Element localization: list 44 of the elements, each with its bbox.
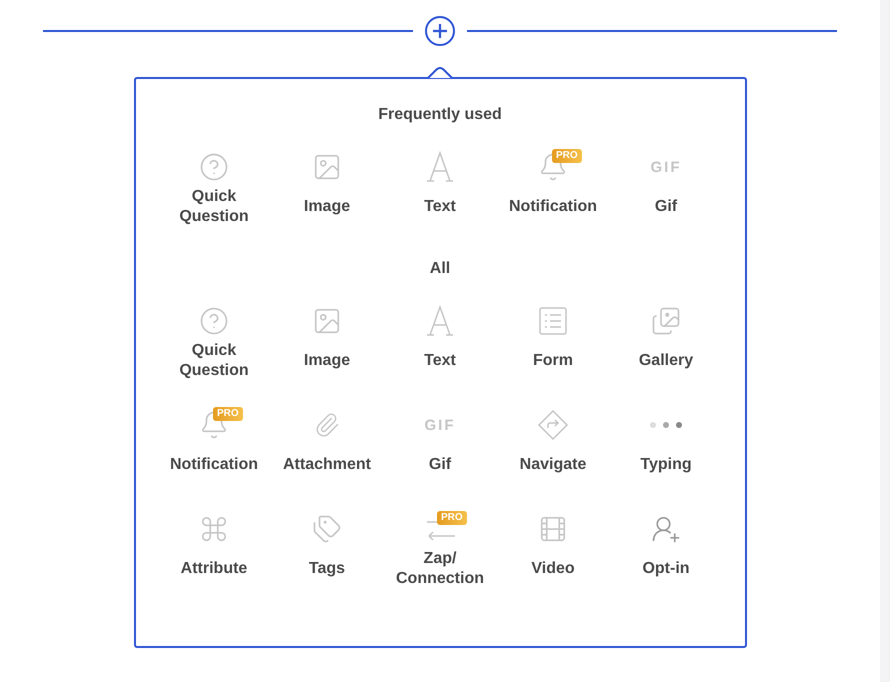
gif-icon: GIF [424, 418, 456, 432]
pro-badge: PRO [213, 407, 243, 421]
image-icon [312, 152, 342, 182]
block-type-option[interactable]: Tags [270, 509, 384, 589]
letter-a-icon [425, 305, 455, 337]
command-icon [199, 514, 229, 544]
gif-icon: GIF [650, 160, 682, 174]
question-icon [199, 306, 229, 336]
block-type-option[interactable]: Attribute [158, 509, 270, 589]
paperclip-icon [314, 412, 340, 438]
block-type-option[interactable]: Video [496, 509, 610, 589]
block-type-option[interactable]: PRO Zap/ Connection [384, 509, 496, 589]
plus-icon [432, 23, 448, 39]
block-type-option[interactable]: Quick Question [158, 301, 270, 381]
tags-icon [312, 514, 342, 544]
section-title: Frequently used [378, 105, 502, 125]
film-icon [538, 514, 568, 544]
block-type-option[interactable]: Attachment [270, 405, 384, 485]
block-type-option[interactable]: Navigate [496, 405, 610, 485]
block-type-option[interactable]: Text [384, 147, 496, 227]
direction-sign-icon [537, 409, 569, 441]
block-type-option[interactable]: Quick Question [158, 147, 270, 227]
block-type-option[interactable]: Opt-in [610, 509, 722, 589]
add-button[interactable] [425, 16, 455, 46]
block-type-option[interactable]: GIF Gif [384, 405, 496, 485]
letter-a-icon [425, 151, 455, 183]
block-type-option[interactable]: GIF Gif [610, 147, 722, 227]
block-type-option[interactable]: Text [384, 301, 496, 381]
typing-dots-icon [649, 421, 683, 429]
block-type-option[interactable]: Form [496, 301, 610, 381]
image-icon [312, 306, 342, 336]
user-plus-icon [651, 514, 681, 544]
block-type-option[interactable]: Gallery [610, 301, 722, 381]
block-type-option[interactable]: PRO Notification [496, 147, 610, 227]
gallery-icon [651, 306, 681, 336]
list-form-icon [538, 306, 568, 336]
block-type-option[interactable]: Image [270, 147, 384, 227]
section-title: All [430, 259, 450, 279]
pro-badge: PRO [552, 149, 582, 163]
block-type-option[interactable]: Typing [610, 405, 722, 485]
block-type-option[interactable]: Image [270, 301, 384, 381]
question-icon [199, 152, 229, 182]
block-type-option[interactable]: PRO Notification [158, 405, 270, 485]
pro-badge: PRO [437, 511, 467, 525]
